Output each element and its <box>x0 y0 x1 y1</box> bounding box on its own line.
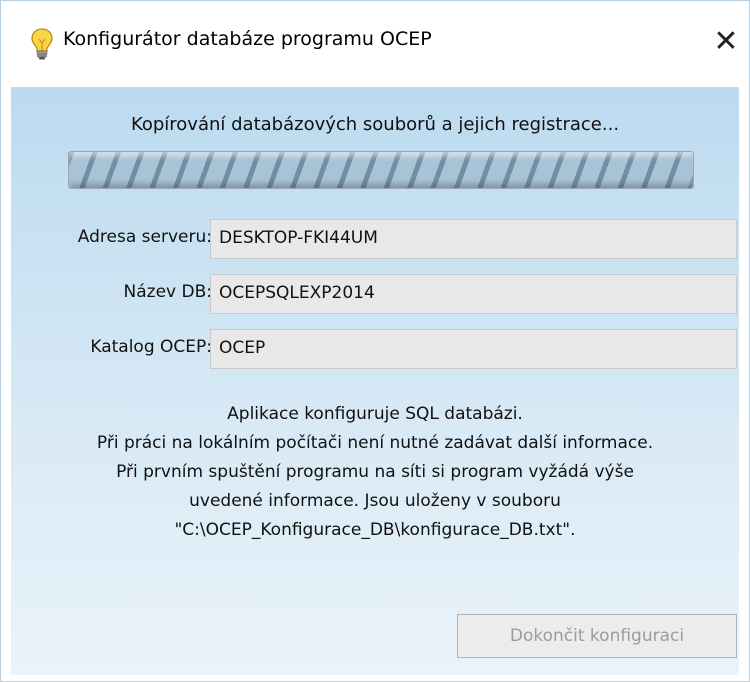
info-line: Aplikace konfiguruje SQL databázi. <box>227 404 523 424</box>
server-address-field[interactable]: DESKTOP-FKI44UM <box>210 219 737 259</box>
info-line: Při práci na lokálním počítači není nutn… <box>96 433 654 453</box>
info-text: Aplikace konfiguruje SQL databázi. Při p… <box>11 400 739 545</box>
info-line: uvedené informace. Jsou uloženy v soubor… <box>189 491 561 511</box>
progress-bar <box>68 151 694 189</box>
dialog-body: Kopírování databázových souborů a jejich… <box>11 87 739 675</box>
status-text: Kopírování databázových souborů a jejich… <box>130 114 620 135</box>
db-name-field[interactable]: OCEPSQLEXP2014 <box>210 274 737 314</box>
close-button[interactable]: ✕ <box>706 25 746 61</box>
title-bar[interactable]: Konfigurátor databáze programu OCEP ✕ <box>1 1 749 87</box>
server-address-row: Adresa serveru: DESKTOP-FKI44UM <box>11 219 739 261</box>
info-line: "C:\OCEP_Konfigurace_DB\konfigurace_DB.t… <box>174 520 576 540</box>
progress-fill <box>69 152 693 188</box>
finish-configuration-button[interactable]: Dokončit konfiguraci <box>457 614 737 658</box>
db-name-row: Název DB: OCEPSQLEXP2014 <box>11 274 739 316</box>
window-title: Konfigurátor databáze programu OCEP <box>63 28 432 50</box>
server-address-label: Adresa serveru: <box>77 227 212 247</box>
lightbulb-icon <box>31 27 53 61</box>
configurator-window: Konfigurátor databáze programu OCEP ✕ Ko… <box>0 0 750 682</box>
catalog-field[interactable]: OCEP <box>210 329 737 369</box>
catalog-label: Katalog OCEP: <box>90 337 212 357</box>
db-name-label: Název DB: <box>123 282 212 302</box>
close-icon: ✕ <box>713 24 739 59</box>
info-line: Při prvním spuštění programu na síti si … <box>116 462 634 482</box>
catalog-row: Katalog OCEP: OCEP <box>11 329 739 371</box>
